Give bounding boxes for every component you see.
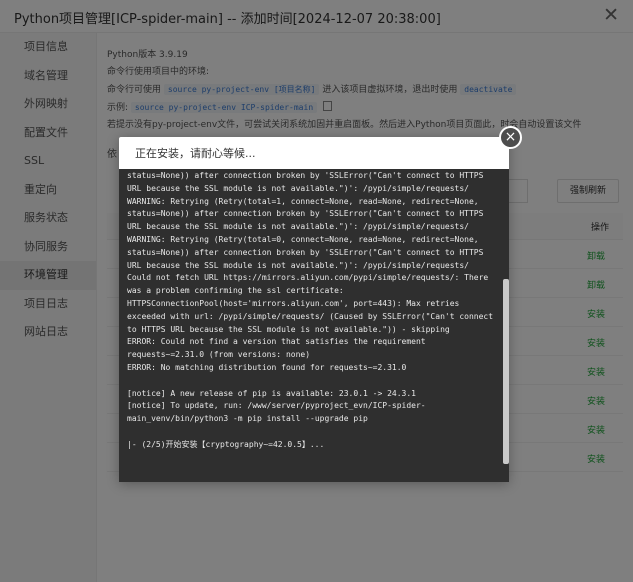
log-line: Could not fetch URL https://mirrors.aliy… (127, 273, 498, 334)
log-line: [notice] To update, run: /www/server/pyp… (127, 401, 426, 424)
log-line: |- (2/5)开始安装【cryptography~=42.0.5】... (127, 439, 325, 449)
log-line: WARNING: Retrying (Retry(total=1, connec… (127, 196, 489, 232)
scrollbar-thumb[interactable] (503, 279, 509, 464)
log-line: ERROR: Could not find a version that sat… (127, 337, 431, 360)
modal-title: 正在安装，请耐心等候... (135, 147, 256, 160)
log-line: [notice] A new release of pip is availab… (127, 388, 416, 398)
modal-close-icon[interactable]: × (499, 126, 522, 149)
log-line: ERROR: No matching distribution found fo… (127, 362, 407, 372)
install-progress-modal: 正在安装，请耐心等候... status=None)) after connec… (119, 137, 509, 482)
install-log-terminal[interactable]: status=None)) after connection broken by… (119, 169, 509, 482)
log-line: status=None)) after connection broken by… (127, 171, 489, 193)
scrollbar-track[interactable] (503, 169, 509, 482)
log-line: WARNING: Retrying (Retry(total=0, connec… (127, 234, 489, 270)
log-content: status=None)) after connection broken by… (119, 169, 503, 452)
